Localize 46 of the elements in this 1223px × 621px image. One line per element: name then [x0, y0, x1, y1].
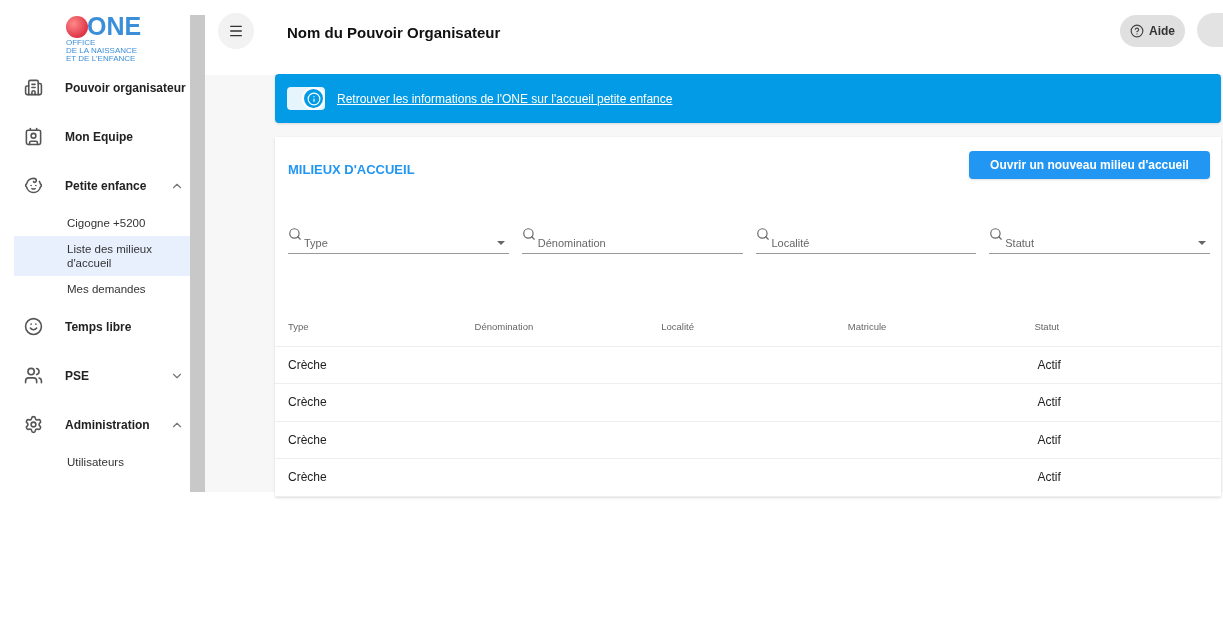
table-cell-text: Actif — [1037, 394, 1061, 412]
filter-field[interactable]: Statut — [1005, 232, 1198, 253]
search-icon — [521, 226, 536, 241]
dropdown-caret-icon — [1198, 240, 1206, 245]
nav-item[interactable]: PSE — [0, 357, 190, 394]
building-icon — [24, 78, 43, 97]
search-icon — [989, 226, 1004, 241]
table-cell-text: Actif — [1037, 469, 1061, 487]
table-cell-text: Crèche — [288, 431, 327, 449]
help-button[interactable]: Aide — [1120, 15, 1185, 47]
nav-subitem[interactable]: Liste des milieux d'accueil — [14, 236, 190, 276]
table-cell-text: Crèche — [288, 469, 327, 487]
smiley-face-icon — [24, 317, 43, 336]
table-cell-text: Actif — [1037, 356, 1061, 374]
table-cell-text: Crèche — [288, 394, 327, 412]
menu-button[interactable] — [218, 13, 254, 49]
nav-item[interactable]: Temps libre — [0, 308, 190, 345]
toggle-switch[interactable] — [287, 87, 325, 110]
column-header[interactable]: Localité — [661, 320, 694, 335]
nav-item[interactable]: Mon Equipe — [0, 118, 190, 155]
contact-card-icon — [24, 127, 43, 146]
settings-icon — [24, 415, 43, 434]
table-cell-text: Crèche — [288, 356, 327, 374]
search-icon — [288, 226, 302, 241]
people-icon — [24, 366, 43, 385]
scrollbar[interactable] — [190, 15, 205, 492]
column-header[interactable]: Statut — [1034, 320, 1060, 335]
menu-icon — [228, 23, 244, 39]
filter-field[interactable]: Localité — [771, 232, 977, 253]
column-header[interactable]: Matricule — [847, 320, 887, 335]
column-header[interactable]: Type — [288, 320, 309, 335]
logo: ONE OFFICE DE LA NAISSANCE ET DE L'ENFANCE — [66, 14, 142, 63]
table-cell-text: Actif — [1037, 431, 1061, 449]
column-header[interactable]: Dénomination — [474, 320, 534, 335]
filter-field[interactable]: Dénomination — [537, 232, 743, 253]
dropdown-caret-icon — [496, 240, 505, 245]
card-title: MILIEUX D'ACCUEIL — [288, 161, 415, 179]
page-title: Nom du Pouvoir Organisateur — [287, 23, 502, 43]
baby-face-icon — [24, 176, 43, 195]
search-icon — [755, 226, 770, 241]
nav-item[interactable]: Administration — [0, 406, 190, 443]
help-icon — [1130, 24, 1144, 38]
nav-item[interactable]: Petite enfance — [0, 167, 190, 204]
nav-item[interactable]: Pouvoir organisateur — [0, 69, 190, 106]
filter-field[interactable]: Type — [304, 232, 497, 253]
info-icon — [306, 91, 321, 106]
